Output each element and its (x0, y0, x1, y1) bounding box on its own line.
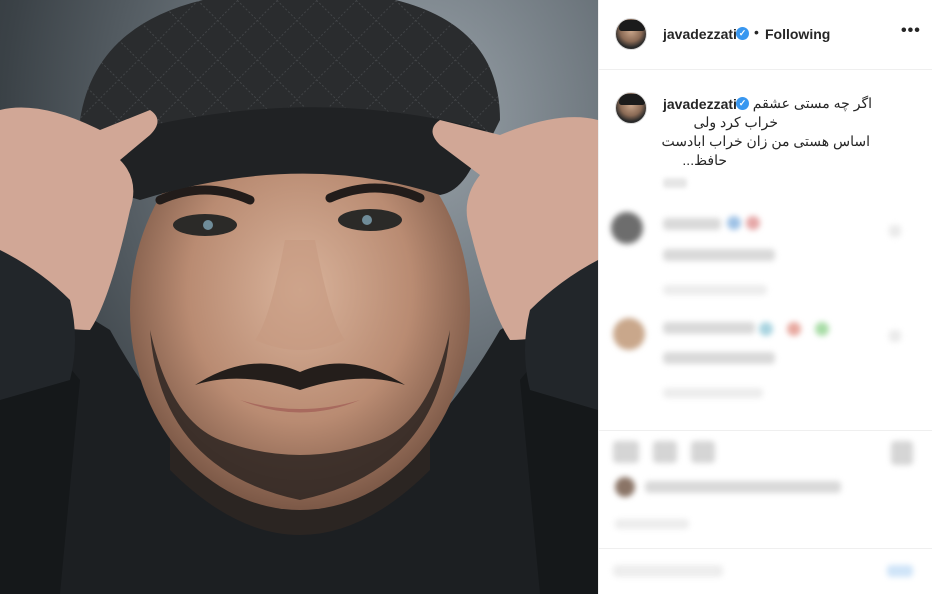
add-comment-input[interactable] (613, 565, 723, 577)
caption-line: خراب کرد ولی (693, 114, 778, 130)
comment-meta-blurred (663, 388, 763, 398)
post-comment-button[interactable] (887, 565, 913, 577)
post-photo[interactable] (0, 0, 598, 594)
comment-icon[interactable] (653, 441, 677, 463)
comment-like-blurred (889, 330, 901, 342)
liker-avatar-blurred (615, 477, 635, 497)
caption-timestamp-blurred (663, 178, 687, 188)
header-separator: • (754, 24, 759, 40)
following-button[interactable]: Following (765, 26, 830, 42)
verified-badge-icon: ✓ (736, 97, 749, 110)
comment-like-blurred (889, 225, 901, 237)
add-comment-bar (599, 548, 932, 594)
comment-username-blurred (663, 218, 721, 230)
share-icon[interactable] (691, 441, 715, 463)
post-header: javadezzati ✓ • Following ••• (599, 0, 932, 70)
comment-username-blurred (663, 322, 755, 334)
post-side-panel: javadezzati ✓ • Following ••• javadezzat… (598, 0, 932, 594)
comment-avatar-blurred (613, 318, 645, 350)
comment-text-blurred (663, 352, 775, 364)
post-date-blurred (615, 519, 689, 529)
instagram-post-view: javadezzati ✓ • Following ••• javadezzat… (0, 0, 932, 594)
comment-meta-blurred (663, 285, 767, 295)
comment-emoji-blurred (746, 216, 760, 230)
more-options-icon[interactable]: ••• (901, 22, 921, 40)
author-username[interactable]: javadezzati (663, 26, 737, 42)
portrait-illustration (0, 0, 598, 594)
comment-emoji-blurred (759, 322, 773, 336)
caption-line: حافظ... (682, 152, 727, 168)
caption-username[interactable]: javadezzati (663, 96, 737, 112)
caption-avatar[interactable] (615, 92, 647, 124)
comment-emoji-blurred (815, 322, 829, 336)
comment-text-blurred (663, 249, 775, 261)
comment-emoji-blurred (787, 322, 801, 336)
author-avatar[interactable] (615, 18, 647, 50)
likes-text-blurred (645, 481, 841, 493)
caption-line: اساس هستی من زان خراب ابادست (661, 133, 871, 149)
comment-avatar-blurred (611, 212, 643, 244)
caption-line: اگر چه مستی عشقم (752, 95, 872, 111)
save-icon[interactable] (891, 441, 913, 465)
verified-badge-icon: ✓ (736, 27, 749, 40)
comment-emoji-blurred (727, 216, 741, 230)
like-icon[interactable] (613, 441, 639, 463)
